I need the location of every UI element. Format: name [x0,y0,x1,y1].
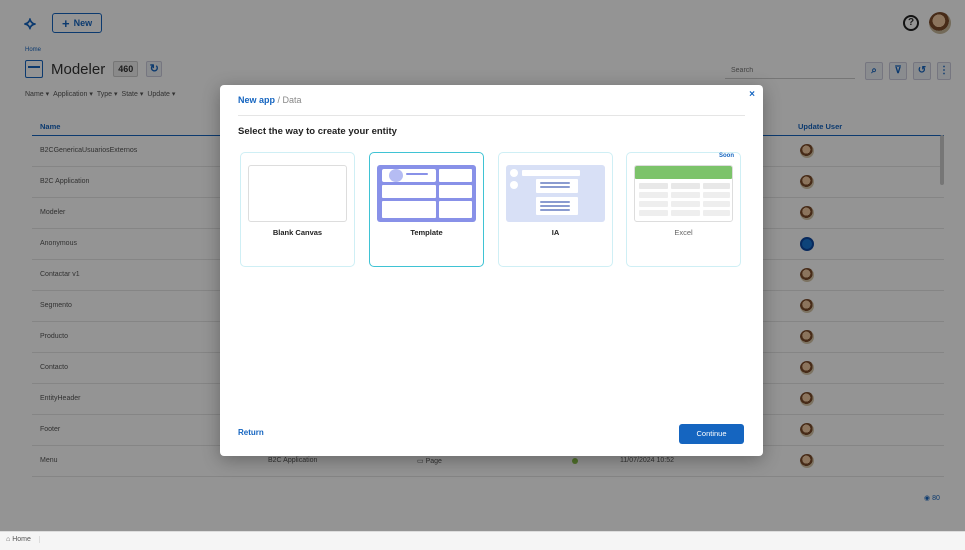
option-label: Excel [674,228,693,237]
bottom-tab-bar: ⌂ Home [0,531,965,550]
home-icon: ⌂ [6,536,11,543]
option-blank-canvas[interactable]: Blank Canvas [240,152,355,267]
template-thumbnail [377,165,476,222]
tab-home[interactable]: ⌂ Home [6,536,40,543]
option-excel: Soon Excel [626,152,741,267]
ia-thumbnail [506,165,605,222]
new-app-modal: New app / Data × Select the way to creat… [220,85,763,456]
soon-badge: Soon [719,153,734,159]
continue-button[interactable]: Continue [679,424,744,444]
option-label: Template [410,228,443,237]
option-label: Blank Canvas [272,228,323,237]
modal-question: Select the way to create your entity [238,126,397,137]
option-ia[interactable]: IA [498,152,613,267]
modal-title: New app / Data [238,95,302,105]
modal-title-sub: / Data [277,95,302,105]
divider [238,115,745,116]
return-link[interactable]: Return [238,428,264,437]
tab-home-label: Home [12,536,31,543]
modal-title-main: New app [238,95,276,105]
close-icon[interactable]: × [749,89,755,100]
option-label: IA [551,228,560,237]
blank-canvas-thumbnail [248,165,347,222]
option-template[interactable]: Template [369,152,484,267]
excel-thumbnail [634,165,733,222]
